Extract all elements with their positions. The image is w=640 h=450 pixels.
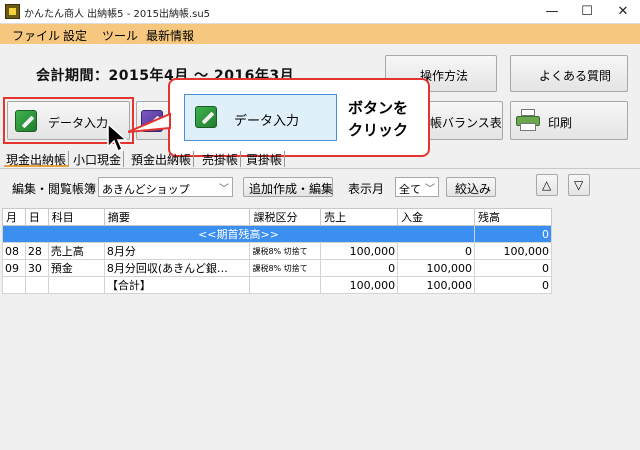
close-button[interactable]: ✕	[606, 0, 640, 24]
scroll-up-button[interactable]: △	[536, 174, 558, 196]
menu-bar: ファイル 設定 ツール 最新情報	[0, 24, 640, 44]
app-icon	[5, 4, 20, 19]
menu-tools[interactable]: ツール	[102, 27, 138, 44]
book-label: 編集・閲覧帳簿	[12, 182, 97, 196]
tab-petty-cash[interactable]: 小口現金	[71, 151, 125, 167]
ledger-table: 月 日 科目 摘要 課税区分 売上 入金 残高 <<期首残高>> 0 08 28…	[1, 208, 552, 294]
faq-button[interactable]: よくある質問	[510, 55, 628, 92]
col-balance[interactable]: 残高	[474, 208, 552, 226]
pen-icon	[195, 106, 217, 128]
narrow-button[interactable]: 絞込み	[446, 177, 496, 197]
menu-news[interactable]: 最新情報	[146, 27, 194, 44]
callout-button-preview: データ入力	[184, 94, 337, 141]
col-receipt[interactable]: 入金	[397, 208, 476, 226]
month-select[interactable]: 全て ﹀	[395, 177, 439, 197]
opening-balance-row[interactable]: <<期首残高>> 0	[1, 225, 552, 243]
col-month[interactable]: 月	[2, 208, 26, 226]
mouse-cursor-icon	[107, 123, 127, 153]
total-label: 【合計】	[103, 276, 251, 294]
menu-file[interactable]: ファイル	[12, 27, 60, 44]
tab-separator	[0, 168, 640, 169]
callout-line1: ボタンを	[348, 99, 409, 117]
col-tax[interactable]: 課税区分	[249, 208, 322, 226]
add-edit-button[interactable]: 追加作成・編集	[243, 177, 333, 197]
print-button[interactable]: 印刷	[510, 101, 628, 140]
tab-receivables[interactable]: 売掛帳	[200, 151, 242, 167]
chevron-down-icon: ﹀	[425, 184, 435, 195]
title-bar: かんたん商人 出納帳5 - 2015出納帳.su5 — ☐ ✕	[0, 0, 640, 24]
total-row: 【合計】 100,000 100,000 0	[2, 276, 552, 294]
book-select[interactable]: あきんどショップ ﹀	[98, 177, 233, 197]
printer-icon	[515, 108, 541, 132]
table-row[interactable]: 08 28 売上高 8月分 課税8% 切捨て 100,000 0 100,000	[2, 242, 552, 260]
tab-deposit-book[interactable]: 預金出納帳	[129, 151, 195, 167]
table-header: 月 日 科目 摘要 課税区分 売上 入金 残高	[2, 208, 552, 226]
maximize-button[interactable]: ☐	[570, 0, 604, 24]
callout-line2: クリック	[348, 121, 409, 139]
tab-cash-book[interactable]: 現金出納帳	[4, 151, 70, 167]
month-label: 表示月	[348, 182, 385, 196]
menu-settings[interactable]: 設定	[63, 27, 87, 44]
scroll-down-button[interactable]: ▽	[568, 174, 590, 196]
col-sales[interactable]: 売上	[320, 208, 399, 226]
opening-balance: 0	[474, 225, 552, 243]
opening-label: <<期首残高>>	[1, 225, 476, 243]
table-row[interactable]: 09 30 預金 8月分回収(あきんど銀… 課税8% 切捨て 0 100,000…	[2, 259, 552, 277]
chevron-down-icon: ﹀	[219, 184, 229, 195]
window-title: かんたん商人 出納帳5 - 2015出納帳.su5	[24, 9, 211, 20]
instruction-callout: データ入力 ボタンを クリック	[168, 78, 430, 157]
minimize-button[interactable]: —	[535, 0, 569, 24]
pen-icon	[15, 110, 37, 132]
tab-payables[interactable]: 買掛帳	[244, 151, 286, 167]
callout-connector	[128, 112, 171, 133]
col-account[interactable]: 科目	[47, 208, 105, 226]
col-description[interactable]: 摘要	[103, 208, 251, 226]
col-day[interactable]: 日	[24, 208, 49, 226]
